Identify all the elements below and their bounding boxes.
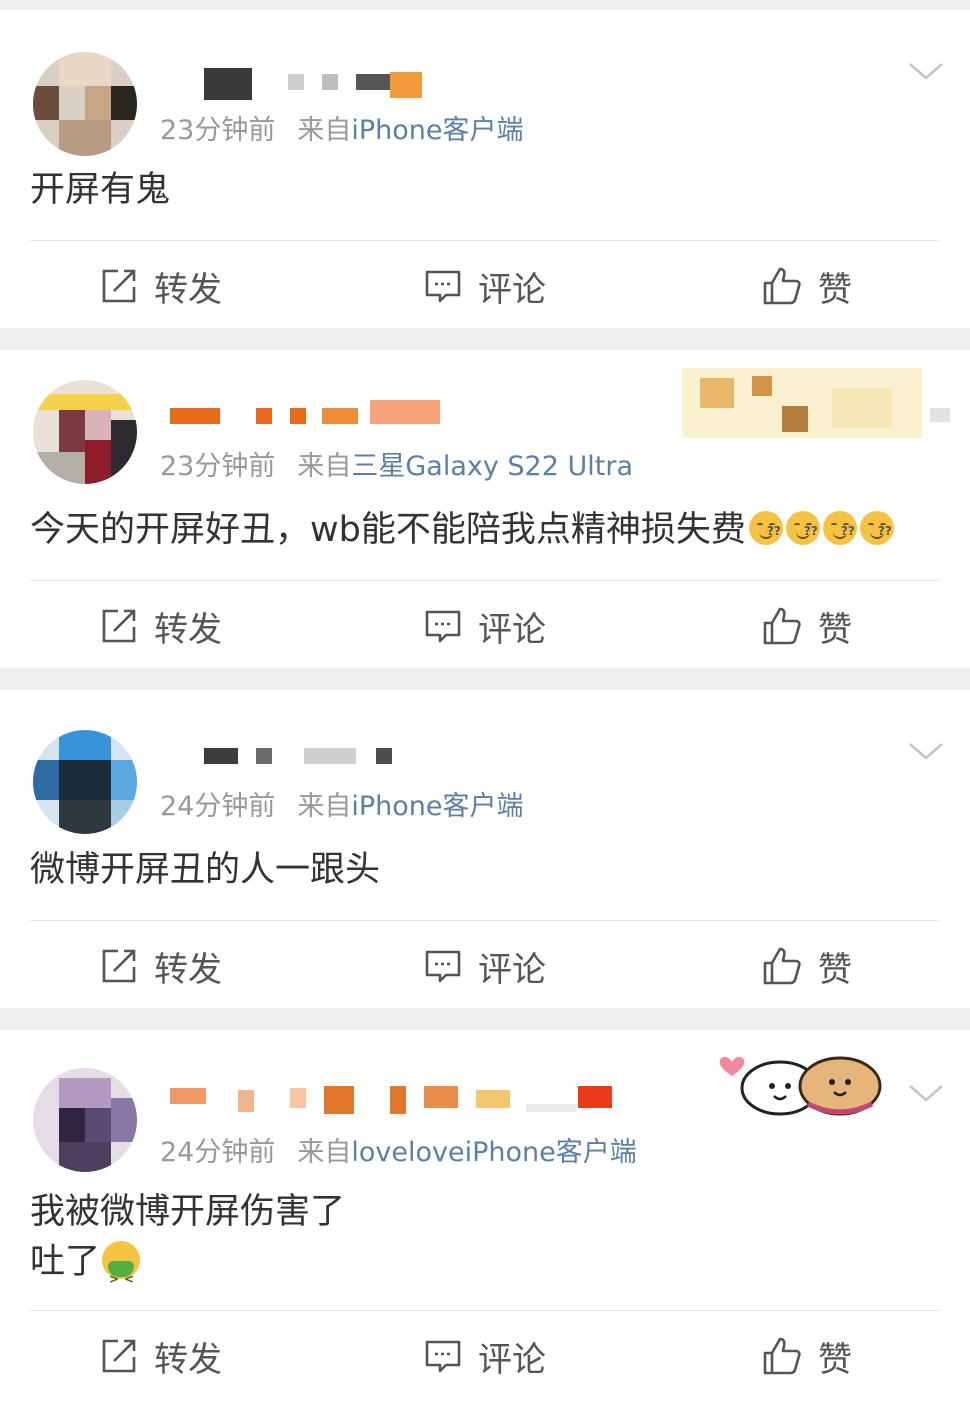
comment-button[interactable]: 评论 xyxy=(424,1312,546,1400)
post-source[interactable]: loveloveiPhone客户端 xyxy=(351,1137,636,1168)
like-button[interactable]: 赞 xyxy=(762,582,852,670)
avatar[interactable] xyxy=(33,730,137,834)
action-bar: 转发 评论 赞 xyxy=(0,922,970,1010)
chevron-down-icon[interactable] xyxy=(908,1076,944,1112)
thumbs-up-icon xyxy=(763,1337,801,1375)
username-redacted[interactable] xyxy=(204,748,404,774)
repost-label: 转发 xyxy=(154,269,222,310)
repost-button[interactable]: 转发 xyxy=(100,922,222,1010)
feed-card: 23分钟前 来自三星Galaxy S22 Ultra 今天的开屏好丑，wb能不能陪… xyxy=(0,350,970,668)
comment-button[interactable]: 评论 xyxy=(424,242,546,330)
avatar[interactable] xyxy=(33,380,137,484)
post-text: 开屏有鬼 xyxy=(30,170,171,210)
post-text-line-2: 吐了 > < xyxy=(30,1232,141,1292)
post-time: 23分钟前 xyxy=(160,115,276,146)
comment-icon xyxy=(425,1340,461,1373)
username-redacted[interactable] xyxy=(170,1086,620,1116)
divider xyxy=(30,1310,940,1311)
thumbs-up-icon xyxy=(763,947,801,985)
divider xyxy=(30,920,940,921)
action-bar: 转发 评论 赞 xyxy=(0,242,970,330)
post-from: 来自 xyxy=(297,115,352,146)
comment-label: 评论 xyxy=(478,269,546,310)
post-meta: 24分钟前 来自loveloveiPhone客户端 xyxy=(160,1130,637,1169)
repost-label: 转发 xyxy=(154,1339,222,1380)
action-bar: 转发 评论 赞 xyxy=(0,582,970,670)
repost-icon xyxy=(102,1339,136,1373)
post-meta: 24分钟前 来自iPhone客户端 xyxy=(160,784,524,823)
vomit-face-emoji: > < xyxy=(102,1241,141,1286)
comment-label: 评论 xyxy=(478,949,546,990)
post-time: 24分钟前 xyxy=(160,1137,276,1168)
like-button[interactable]: 赞 xyxy=(762,242,852,330)
feed-card: 24分钟前 来自iPhone客户端 微博开屏丑的人一跟头 转发 评论 赞 xyxy=(0,690,970,1008)
post-meta: 23分钟前 来自iPhone客户端 xyxy=(160,108,524,147)
thumbs-up-icon xyxy=(763,607,801,645)
like-label: 赞 xyxy=(818,609,852,650)
post-text-content: 吐了 xyxy=(30,1242,101,1282)
like-label: 赞 xyxy=(818,949,852,990)
post-time: 23分钟前 xyxy=(160,451,276,482)
post-meta: 23分钟前 来自三星Galaxy S22 Ultra xyxy=(160,444,633,483)
post-text: 今天的开屏好丑，wb能不能陪我点精神损失费???????? xyxy=(30,500,894,560)
post-text-content: 今天的开屏好丑，wb能不能陪我点精神损失费 xyxy=(30,510,746,550)
sticker-decoration xyxy=(716,1048,886,1120)
post-source[interactable]: 三星Galaxy S22 Ultra xyxy=(351,451,633,482)
comment-icon xyxy=(425,270,461,303)
thumbs-up-icon xyxy=(763,267,801,305)
post-from: 来自 xyxy=(297,1137,352,1168)
post-source[interactable]: iPhone客户端 xyxy=(351,115,523,146)
comment-label: 评论 xyxy=(478,609,546,650)
comment-button[interactable]: 评论 xyxy=(424,582,546,670)
chevron-down-icon[interactable] xyxy=(908,734,944,770)
post-source[interactable]: iPhone客户端 xyxy=(351,791,523,822)
post-from: 来自 xyxy=(297,791,352,822)
repost-button[interactable]: 转发 xyxy=(100,582,222,670)
comment-icon xyxy=(425,950,461,983)
feed-card: 23分钟前 来自iPhone客户端 开屏有鬼 转发 评论 赞 xyxy=(0,10,970,328)
chevron-down-icon[interactable] xyxy=(908,54,944,90)
repost-icon xyxy=(102,269,136,303)
username-redacted[interactable] xyxy=(204,68,444,102)
repost-icon xyxy=(102,949,136,983)
action-bar: 转发 评论 赞 xyxy=(0,1312,970,1400)
repost-button[interactable]: 转发 xyxy=(100,242,222,330)
repost-label: 转发 xyxy=(154,949,222,990)
avatar[interactable] xyxy=(33,1068,137,1172)
dizzy-face-emoji: ?? xyxy=(785,511,820,545)
like-button[interactable]: 赞 xyxy=(762,1312,852,1400)
like-label: 赞 xyxy=(818,269,852,310)
divider xyxy=(30,240,940,241)
post-from: 来自 xyxy=(297,451,352,482)
like-button[interactable]: 赞 xyxy=(762,922,852,1010)
divider xyxy=(30,580,940,581)
comment-icon xyxy=(425,610,461,643)
feed-card: 24分钟前 来自loveloveiPhone客户端 我被微博开屏伤害了 吐了 > < … xyxy=(0,1030,970,1402)
comment-button[interactable]: 评论 xyxy=(424,922,546,1010)
repost-button[interactable]: 转发 xyxy=(100,1312,222,1400)
repost-label: 转发 xyxy=(154,609,222,650)
like-label: 赞 xyxy=(818,1339,852,1380)
decoration-redacted xyxy=(682,368,952,438)
dizzy-face-emoji: ?? xyxy=(748,511,783,545)
avatar[interactable] xyxy=(33,52,137,156)
dizzy-face-emoji: ?? xyxy=(822,511,857,545)
dizzy-face-emoji: ?? xyxy=(859,511,894,545)
post-text: 微博开屏丑的人一跟头 xyxy=(30,850,381,890)
username-redacted[interactable] xyxy=(170,400,450,430)
comment-label: 评论 xyxy=(478,1339,546,1380)
post-time: 24分钟前 xyxy=(160,791,276,822)
repost-icon xyxy=(102,609,136,643)
